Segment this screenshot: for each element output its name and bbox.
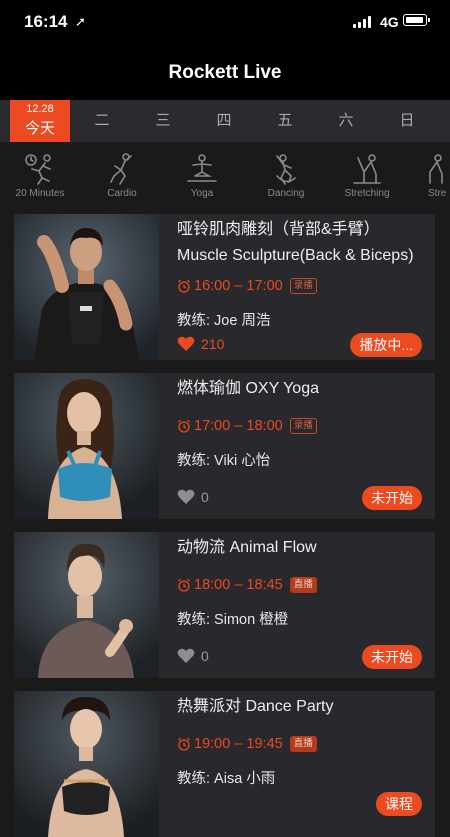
- day-tab-fri[interactable]: 五: [255, 100, 315, 142]
- heart-icon: [177, 336, 195, 351]
- heart-icon: [177, 489, 195, 504]
- class-time: 18:00 – 18:45: [194, 577, 283, 593]
- category-yoga[interactable]: Yoga: [162, 142, 242, 199]
- status-time: 16:14: [24, 12, 68, 31]
- category-label: 20 Minutes: [15, 188, 65, 199]
- dancing-figure-icon: [276, 154, 296, 185]
- recorded-badge: 录播: [289, 418, 317, 434]
- alarm-clock-icon: [178, 578, 190, 592]
- coach-photo: [14, 214, 159, 360]
- day-tab-today[interactable]: 12.28 今天: [10, 100, 70, 142]
- class-time-row: 19:00 – 19:45 直播: [177, 735, 317, 753]
- coach-name: 教练: Joe 周浩: [177, 313, 271, 329]
- class-title: 动物流 Animal Flow: [177, 539, 317, 556]
- nav-bar: Rockett Live: [0, 44, 450, 100]
- like-button[interactable]: 0: [177, 648, 209, 664]
- coach-name: 教练: Aisa 小雨: [177, 771, 276, 787]
- class-card[interactable]: 哑铃肌肉雕刻（背部&手臂） Muscle Sculpture(Back & Bi…: [14, 214, 435, 360]
- category-cardio[interactable]: Cardio: [82, 142, 162, 199]
- category-stretching-2[interactable]: Stre: [402, 142, 450, 199]
- playing-button[interactable]: 播放中...: [350, 333, 422, 357]
- day-tab-tue[interactable]: 二: [72, 100, 132, 142]
- not-started-button[interactable]: 未开始: [362, 486, 422, 510]
- live-badge: 直播: [289, 736, 317, 752]
- like-count: 0: [201, 648, 209, 664]
- coach-photo: [14, 532, 159, 678]
- coach-photo: [14, 691, 159, 837]
- not-started-button[interactable]: 未开始: [362, 645, 422, 669]
- category-label: Yoga: [190, 188, 214, 199]
- class-title: 热舞派对 Dance Party: [177, 698, 334, 715]
- stretching-figure-icon: [353, 154, 381, 184]
- category-label: Stre: [428, 188, 447, 199]
- class-time-row: 17:00 – 18:00 录播: [177, 417, 317, 435]
- page-title: Rockett Live: [168, 62, 282, 83]
- today-label: 今天: [24, 120, 55, 137]
- class-title: 燃体瑜伽 OXY Yoga: [177, 380, 320, 397]
- category-bar: 20 Minutes Cardio Yoga Dancing Stretchin…: [0, 142, 450, 205]
- like-button[interactable]: 210: [177, 336, 224, 352]
- alarm-clock-icon: [178, 737, 190, 751]
- signal-icon: [353, 15, 375, 28]
- category-dancing[interactable]: Dancing: [246, 142, 326, 199]
- coach-photo: [14, 373, 159, 519]
- day-tab-sun[interactable]: 日: [377, 100, 437, 142]
- day-tab-wed[interactable]: 三: [133, 100, 193, 142]
- class-time-row: 16:00 – 17:00 录播: [177, 277, 317, 295]
- class-card[interactable]: 燃体瑜伽 OXY Yoga 17:00 – 18:00 录播 教练: Viki …: [14, 373, 435, 519]
- category-20-minutes[interactable]: 20 Minutes: [0, 142, 80, 199]
- class-card[interactable]: 热舞派对 Dance Party 19:00 – 19:45 直播 教练: Ai…: [14, 691, 435, 837]
- category-stretching[interactable]: Stretching: [327, 142, 407, 199]
- network-type: 4G: [380, 14, 399, 30]
- class-time-row: 18:00 – 18:45 直播: [177, 576, 317, 594]
- class-time: 17:00 – 18:00: [194, 418, 283, 434]
- like-count: 0: [201, 489, 209, 505]
- day-tab-sat[interactable]: 六: [316, 100, 376, 142]
- day-tab-thu[interactable]: 四: [194, 100, 254, 142]
- alarm-clock-icon: [178, 419, 190, 433]
- category-label: Cardio: [107, 188, 137, 199]
- location-arrow-icon: ➚: [75, 14, 86, 29]
- class-title: 哑铃肌肉雕刻（背部&手臂） Muscle Sculpture(Back & Bi…: [177, 221, 414, 264]
- cardio-figure-icon: [110, 153, 132, 185]
- battery-icon: [403, 14, 430, 26]
- like-button[interactable]: 0: [177, 489, 209, 505]
- coach-name: 教练: Simon 橙橙: [177, 612, 289, 628]
- category-label: Dancing: [267, 188, 305, 199]
- today-date: 12.28: [26, 103, 54, 115]
- heart-icon: [177, 648, 195, 663]
- coach-name: 教练: Viki 心怡: [177, 453, 271, 469]
- timer-figure-icon: [25, 154, 51, 185]
- alarm-clock-icon: [178, 279, 190, 293]
- yoga-figure-icon: [187, 154, 217, 182]
- week-day-tabs: 12.28 今天 二 三 四 五 六 日: [0, 100, 450, 142]
- recorded-badge: 录播: [289, 278, 317, 294]
- class-card[interactable]: 动物流 Animal Flow 18:00 – 18:45 直播 教练: Sim…: [14, 532, 435, 678]
- like-count: 210: [201, 336, 225, 352]
- class-time: 19:00 – 19:45: [194, 736, 283, 752]
- status-bar: 16:14 ➚ 4G: [0, 0, 450, 44]
- category-label: Stretching: [344, 188, 390, 199]
- class-time: 16:00 – 17:00: [194, 278, 283, 294]
- live-badge: 直播: [289, 577, 317, 593]
- stretching-figure-icon: [429, 154, 443, 184]
- course-button[interactable]: 课程: [376, 792, 422, 816]
